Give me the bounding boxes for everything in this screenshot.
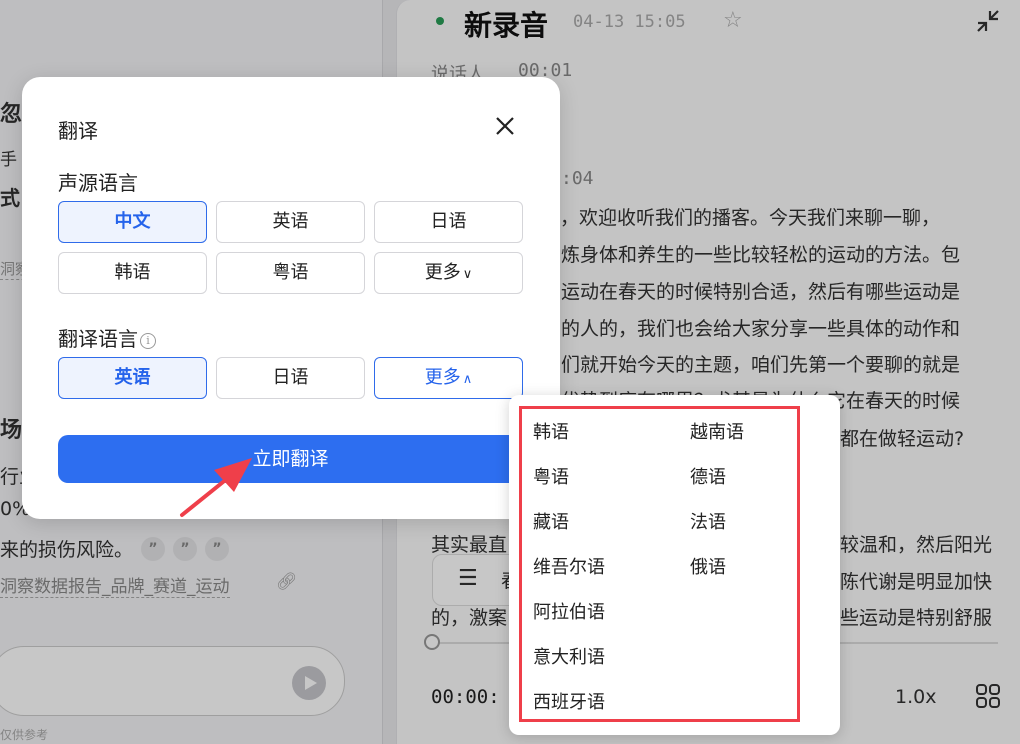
info-icon[interactable]: i <box>140 332 156 349</box>
annotation-arrow-icon <box>180 458 252 517</box>
translate-now-button[interactable]: 立即翻译 <box>58 435 523 483</box>
chevron-down-icon: ∨ <box>462 267 473 282</box>
source-lang-korean[interactable]: 韩语 <box>58 252 207 294</box>
annotation-highlight-box <box>519 406 800 722</box>
target-lang-more-button[interactable]: 更多 ∧ <box>374 357 523 399</box>
more-label: 更多 <box>424 367 461 388</box>
chevron-up-icon: ∧ <box>462 372 473 387</box>
target-language-label-text: 翻译语言 <box>58 327 138 351</box>
target-lang-japanese[interactable]: 日语 <box>216 357 365 399</box>
more-label: 更多 <box>424 262 461 283</box>
dialog-title: 翻译 <box>58 119 98 143</box>
target-language-label: 翻译语言 i <box>58 323 156 352</box>
close-icon[interactable] <box>494 115 516 137</box>
source-lang-cantonese[interactable]: 粤语 <box>216 252 365 294</box>
translate-dialog: 翻译 声源语言 中文 英语 日语 韩语 粤语 更多 ∨ 翻译语言 i 英语 日语 更… <box>22 77 560 519</box>
source-lang-japanese[interactable]: 日语 <box>374 201 523 243</box>
source-lang-english[interactable]: 英语 <box>216 201 365 243</box>
source-lang-chinese[interactable]: 中文 <box>58 201 207 243</box>
target-lang-english[interactable]: 英语 <box>58 357 207 399</box>
source-lang-more-button[interactable]: 更多 ∨ <box>374 252 523 294</box>
source-language-label: 声源语言 <box>58 171 138 195</box>
